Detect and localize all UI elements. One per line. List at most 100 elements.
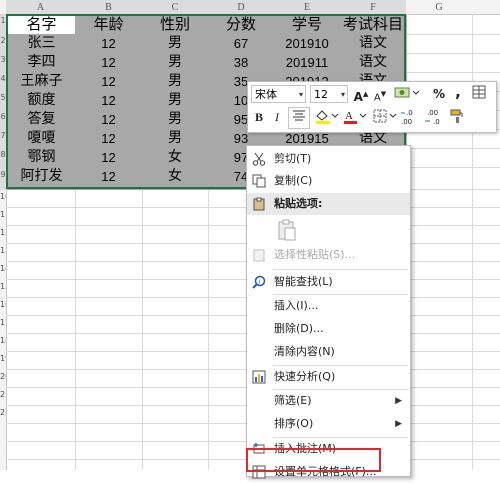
chevron-right-icon: ▶	[395, 419, 402, 429]
row-number[interactable]: 20	[0, 372, 6, 381]
chevron-down-icon: ▾	[298, 90, 303, 99]
increase-decimal-button[interactable]: .0.00	[400, 108, 422, 126]
column-header-c[interactable]: C	[142, 0, 208, 14]
format-painter-button[interactable]	[448, 108, 466, 126]
paste-option-button[interactable]	[275, 218, 299, 242]
grid-icon	[472, 85, 486, 99]
column-label: G	[435, 1, 443, 13]
menu-item-quick-analysis[interactable]: 快速分析(Q)	[247, 366, 410, 388]
smart-lookup-icon: i	[252, 275, 266, 289]
menu-section-paste-options: 粘贴选项:	[247, 193, 410, 215]
menu-item-cut[interactable]: 剪切(T)	[247, 148, 410, 170]
quick-analysis-icon	[252, 370, 266, 384]
column-header-d[interactable]: D	[208, 0, 274, 14]
fill-color-button[interactable]	[314, 108, 340, 126]
row-number[interactable]: 6	[0, 112, 6, 121]
row-number[interactable]: 15	[0, 282, 6, 291]
row-number[interactable]: 16	[0, 300, 6, 309]
row-number[interactable]: 14	[0, 264, 6, 273]
menu-item-sort[interactable]: 排序(O) ▶	[247, 413, 410, 435]
svg-text:.00: .00	[401, 118, 412, 126]
row-number[interactable]: 17	[0, 318, 6, 327]
font-name-value: 宋体	[255, 88, 277, 101]
menu-item-filter[interactable]: 筛选(E) ▶	[247, 390, 410, 412]
align-center-button[interactable]	[288, 107, 310, 129]
menu-item-label: 排序(O)	[274, 417, 314, 430]
font-size-select[interactable]: 12 ▾	[310, 85, 348, 103]
row-number[interactable]: 22	[0, 408, 6, 417]
row-number[interactable]: 19	[0, 354, 6, 363]
chevron-down-icon: ▾	[340, 90, 345, 99]
row-number[interactable]: 7	[0, 131, 6, 140]
column-label: A	[36, 1, 45, 13]
column-header-b[interactable]: B	[75, 0, 142, 14]
currency-format-button[interactable]	[392, 85, 420, 103]
bold-button[interactable]: B	[252, 108, 266, 126]
increase-decimal-icon: .0.00	[401, 109, 413, 126]
column-label: C	[171, 1, 179, 13]
column-header-a[interactable]: A	[6, 0, 75, 14]
menu-item-copy[interactable]: 复制(C)	[247, 170, 410, 192]
menu-item-delete[interactable]: 删除(D)...	[247, 318, 410, 340]
menu-item-label: 清除内容(N)	[274, 345, 335, 358]
row-number[interactable]: 18	[0, 336, 6, 345]
column-header-f[interactable]: F	[340, 0, 406, 14]
scissors-icon	[252, 152, 266, 166]
borders-button[interactable]	[372, 108, 398, 126]
italic-button[interactable]: I	[270, 108, 284, 126]
menu-item-paste-special[interactable]: 选择性粘贴(S)...	[247, 244, 410, 266]
menu-item-clear-contents[interactable]: 清除内容(N)	[247, 341, 410, 363]
decrease-decimal-icon: .00.0	[425, 109, 440, 126]
row-number[interactable]: 2	[0, 36, 6, 45]
column-label: F	[370, 1, 376, 13]
column-header-e[interactable]: E	[274, 0, 340, 14]
clipboard-icon	[278, 219, 296, 241]
row-number[interactable]: 12	[0, 228, 6, 237]
column-header-g[interactable]: G	[406, 0, 472, 14]
row-number[interactable]: 21	[0, 390, 6, 399]
menu-item-insert[interactable]: 插入(I)...	[247, 295, 410, 317]
menu-item-label: 选择性粘贴(S)...	[274, 248, 356, 261]
menu-item-label: 复制(C)	[274, 174, 313, 187]
percent-style-button[interactable]: %	[431, 85, 447, 103]
row-number[interactable]: 10	[0, 192, 6, 201]
currency-icon	[394, 87, 420, 98]
column-label: B	[105, 1, 112, 13]
paintbrush-icon	[450, 109, 463, 123]
svg-text:.00: .00	[427, 109, 438, 117]
menu-separator	[273, 269, 408, 270]
shrink-font-button[interactable]: A▼	[372, 85, 388, 103]
row-number[interactable]: 3	[0, 55, 6, 64]
font-color-icon: A	[344, 110, 367, 124]
font-size-value: 12	[314, 88, 328, 101]
grow-font-button[interactable]: A▲	[353, 85, 369, 104]
row-number[interactable]: 1	[0, 16, 6, 25]
highlight-box	[246, 448, 381, 472]
svg-text:.0: .0	[433, 118, 440, 126]
row-number[interactable]: 8	[0, 150, 6, 159]
font-name-select[interactable]: 宋体 ▾	[251, 85, 306, 103]
column-label: D	[237, 1, 245, 13]
menu-item-label: 剪切(T)	[274, 152, 312, 165]
borders-icon	[373, 109, 397, 123]
decrease-decimal-button[interactable]: .00.0	[424, 108, 446, 126]
align-center-icon	[293, 110, 305, 121]
row-number[interactable]: 11	[0, 210, 6, 219]
mini-toolbar: 宋体 ▾ 12 ▾ A▲ A▼ % , B I A .0.00 .00.0	[247, 81, 497, 133]
row-number[interactable]: 13	[0, 246, 6, 255]
row-number[interactable]: 5	[0, 93, 6, 102]
comma-style-button[interactable]: ,	[451, 83, 465, 101]
menu-section-label: 粘贴选项:	[274, 197, 323, 210]
paste-special-icon	[253, 249, 265, 262]
menu-item-smart-lookup[interactable]: i 智能查找(L)	[247, 271, 410, 293]
chevron-right-icon: ▶	[395, 396, 402, 406]
font-color-button[interactable]: A	[342, 108, 368, 126]
svg-text:.0: .0	[406, 109, 413, 117]
column-label: E	[303, 1, 311, 13]
row-number[interactable]: 4	[0, 74, 6, 83]
svg-text:A: A	[345, 110, 353, 122]
format-painter-grid-button[interactable]	[470, 85, 488, 103]
row-number[interactable]: 9	[0, 170, 6, 179]
copy-icon	[252, 174, 266, 188]
paste-icon	[253, 197, 265, 211]
